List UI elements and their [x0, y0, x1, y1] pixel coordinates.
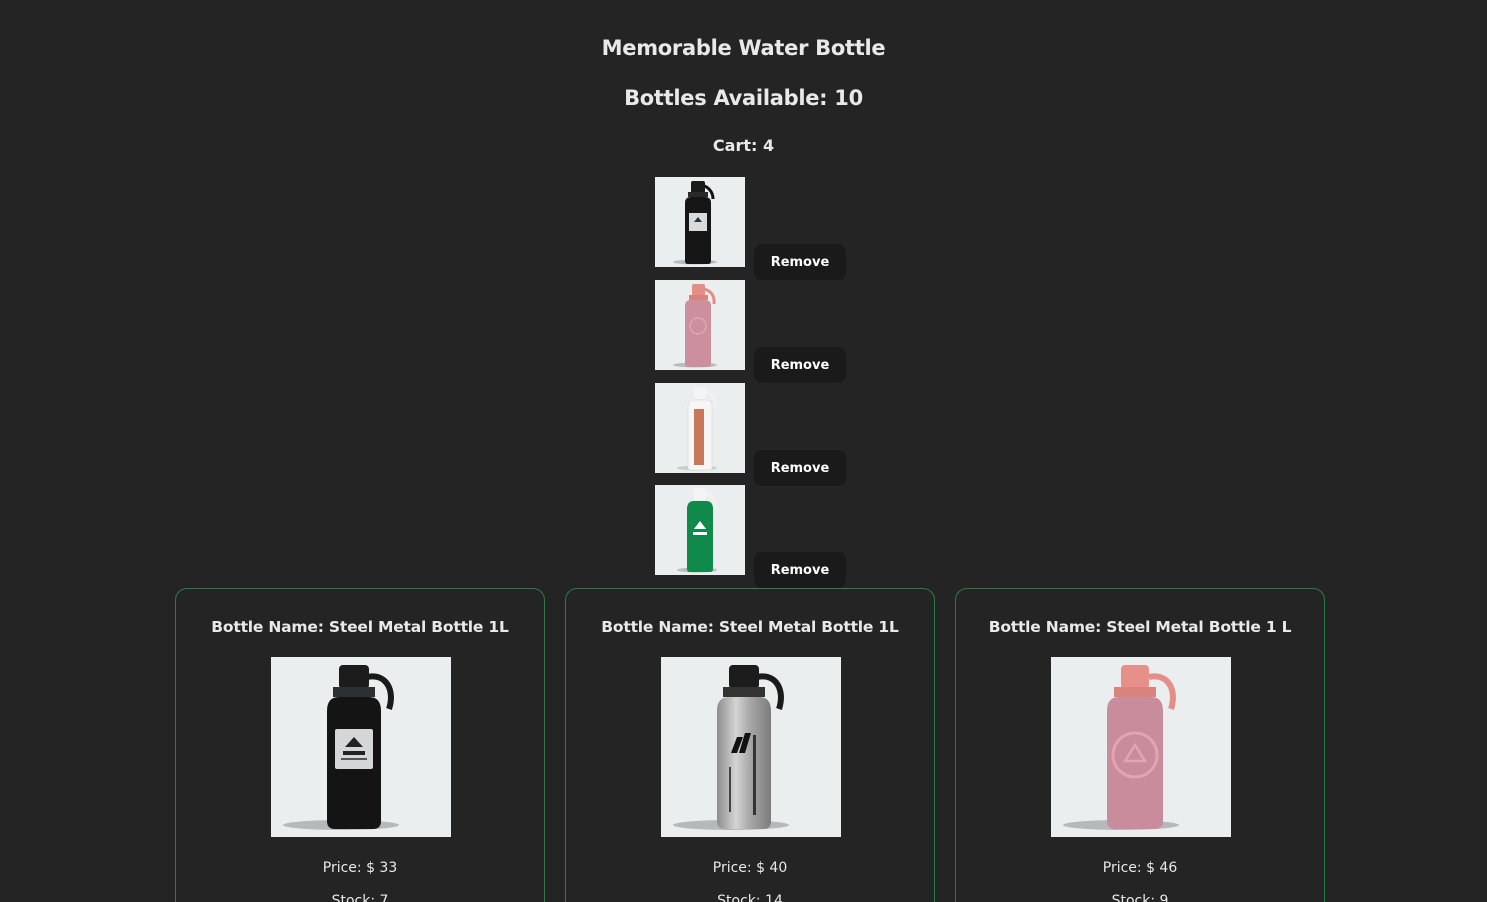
remove-button[interactable]: Remove	[754, 244, 846, 280]
product-card: Bottle Name: Steel Metal Bottle 1L Price…	[565, 588, 935, 902]
product-name: Bottle Name: Steel Metal Bottle 1 L	[988, 618, 1292, 636]
product-stock: Stock: 14	[717, 893, 783, 902]
product-card: Bottle Name: Steel Metal Bottle 1L Price…	[175, 588, 545, 902]
remove-button[interactable]: Remove	[754, 347, 846, 383]
cart-count-heading: Cart: 4	[712, 136, 775, 155]
product-card: Bottle Name: Steel Metal Bottle 1 L Pric…	[955, 588, 1325, 902]
cart-item-image-pink-bottle	[655, 280, 745, 370]
cart-item: Remove	[655, 383, 855, 486]
product-name: Bottle Name: Steel Metal Bottle 1L	[211, 618, 509, 636]
product-image-pink-bottle	[1051, 657, 1231, 837]
cart-item-image-green-bottle	[655, 485, 745, 575]
product-name: Bottle Name: Steel Metal Bottle 1L	[601, 618, 899, 636]
remove-button[interactable]: Remove	[754, 552, 846, 588]
cart-item: Remove	[655, 485, 855, 588]
bottles-available-heading: Bottles Available: 10	[624, 86, 863, 110]
page-title: Memorable Water Bottle	[601, 36, 886, 60]
product-price: Price: $ 40	[712, 860, 788, 876]
product-price: Price: $ 33	[322, 860, 398, 876]
product-stock: Stock: 7	[331, 893, 389, 902]
product-image-silver-bottle	[661, 657, 841, 837]
remove-button[interactable]: Remove	[754, 450, 846, 486]
cart-item-image-black-bottle	[655, 177, 745, 267]
cart-item: Remove	[655, 177, 855, 280]
product-price: Price: $ 46	[1102, 860, 1178, 876]
product-image-black-bottle	[271, 657, 451, 837]
page: Memorable Water Bottle Bottles Available…	[0, 0, 1487, 902]
product-stock: Stock: 9	[1111, 893, 1169, 902]
cart-item-image-white-bottle	[655, 383, 745, 473]
cart-item: Remove	[655, 280, 855, 383]
